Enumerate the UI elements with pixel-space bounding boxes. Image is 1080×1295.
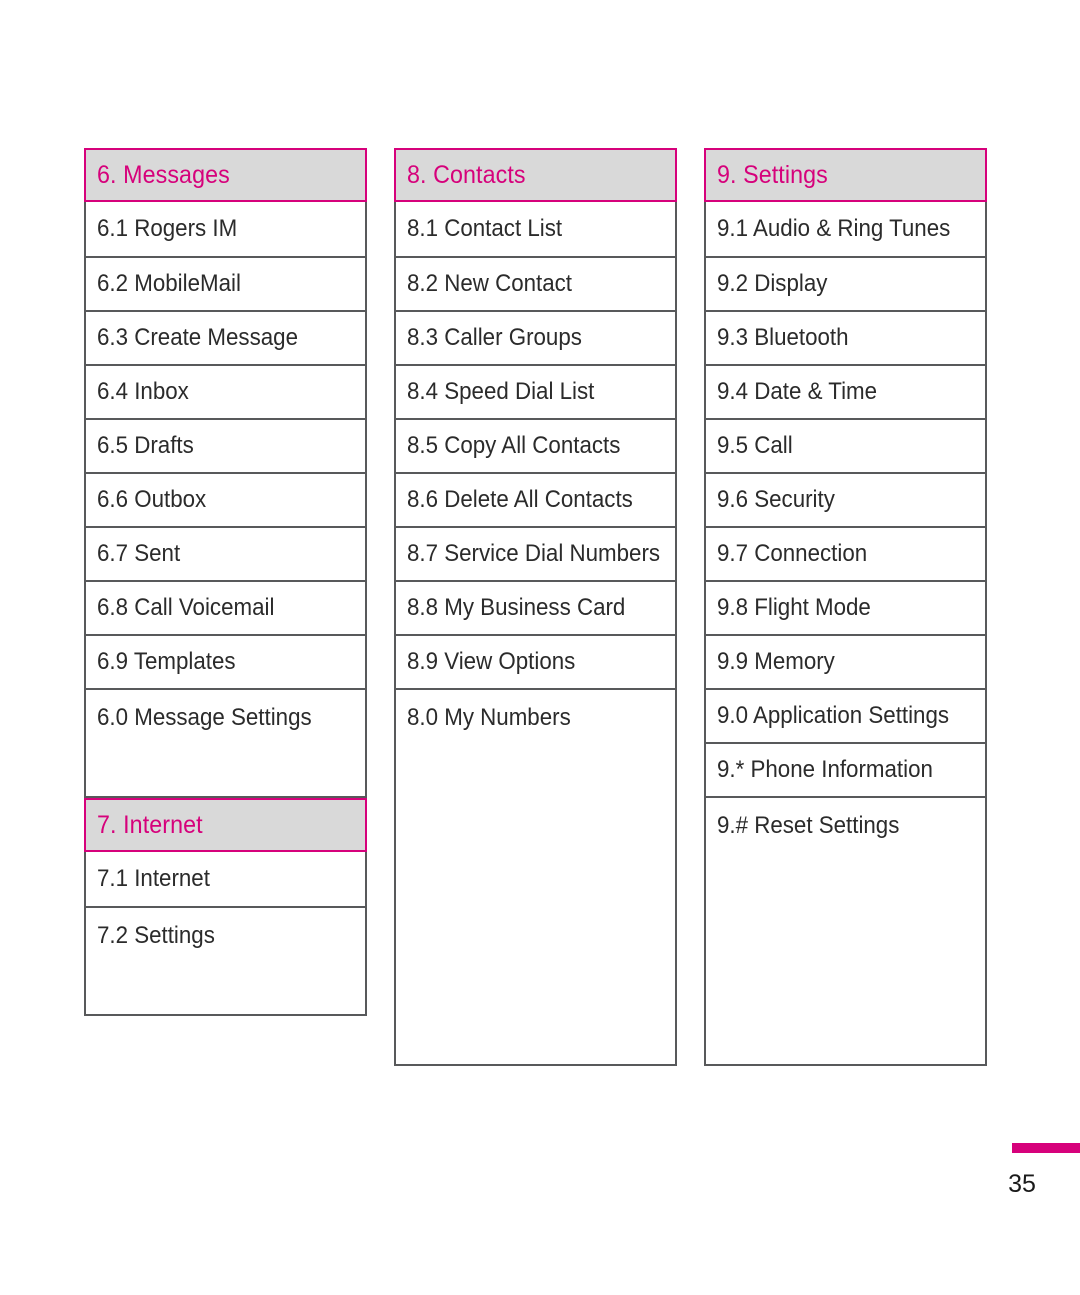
menu-column-3: 9. Settings 9.1 Audio & Ring Tunes 9.2 D… — [704, 148, 987, 1066]
menu-item-row[interactable]: 6.0 Message Settings — [86, 688, 365, 796]
menu-item-row[interactable]: 9.3 Bluetooth — [706, 310, 985, 364]
menu-item-row[interactable]: 8.1 Contact List — [396, 202, 675, 256]
menu-item-row[interactable]: 9.6 Security — [706, 472, 985, 526]
menu-item-row[interactable]: 6.7 Sent — [86, 526, 365, 580]
menu-item-row[interactable]: 8.4 Speed Dial List — [396, 364, 675, 418]
menu-item-row[interactable]: 9.# Reset Settings — [706, 796, 985, 1064]
menu-item-label: 9.8 Flight Mode — [717, 594, 871, 621]
menu-item-label: 8.6 Delete All Contacts — [407, 486, 633, 513]
menu-header-label: 6. Messages — [97, 160, 230, 189]
menu-item-row[interactable]: 9.1 Audio & Ring Tunes — [706, 202, 985, 256]
menu-item-label: 9.2 Display — [717, 270, 828, 297]
menu-item-label: 9.* Phone Information — [717, 756, 933, 783]
menu-block-settings: 9. Settings 9.1 Audio & Ring Tunes 9.2 D… — [704, 148, 987, 1066]
menu-item-label: 6.0 Message Settings — [97, 704, 312, 731]
page-number: 35 — [1008, 1170, 1036, 1198]
menu-item-row[interactable]: 9.* Phone Information — [706, 742, 985, 796]
menu-item-row[interactable]: 8.7 Service Dial Numbers — [396, 526, 675, 580]
menu-item-label: 6.9 Templates — [97, 648, 236, 675]
menu-item-row[interactable]: 9.0 Application Settings — [706, 688, 985, 742]
menu-column-1: 6. Messages 6.1 Rogers IM 6.2 MobileMail… — [84, 148, 367, 1016]
menu-item-row[interactable]: 8.6 Delete All Contacts — [396, 472, 675, 526]
menu-item-label: 8.9 View Options — [407, 648, 576, 675]
menu-item-label: 8.5 Copy All Contacts — [407, 432, 621, 459]
menu-item-label: 8.7 Service Dial Numbers — [407, 540, 661, 567]
footer-accent-bar — [1012, 1143, 1080, 1153]
menu-item-label: 9.# Reset Settings — [717, 812, 900, 839]
menu-item-label: 6.6 Outbox — [97, 486, 207, 513]
menu-item-row[interactable]: 6.9 Templates — [86, 634, 365, 688]
menu-block-contacts: 8. Contacts 8.1 Contact List 8.2 New Con… — [394, 148, 677, 1066]
menu-item-row[interactable]: 9.2 Display — [706, 256, 985, 310]
menu-item-label: 6.1 Rogers IM — [97, 215, 238, 242]
menu-header-label: 9. Settings — [717, 160, 828, 189]
menu-item-row[interactable]: 9.4 Date & Time — [706, 364, 985, 418]
menu-header-settings[interactable]: 9. Settings — [704, 148, 987, 202]
menu-item-row[interactable]: 7.2 Settings — [86, 906, 365, 1014]
menu-item-label: 6.4 Inbox — [97, 378, 189, 405]
menu-item-label: 6.5 Drafts — [97, 432, 194, 459]
menu-item-row[interactable]: 6.8 Call Voicemail — [86, 580, 365, 634]
menu-item-row[interactable]: 8.3 Caller Groups — [396, 310, 675, 364]
menu-item-label: 6.2 MobileMail — [97, 270, 241, 297]
menu-item-row[interactable]: 6.5 Drafts — [86, 418, 365, 472]
menu-item-row[interactable]: 9.8 Flight Mode — [706, 580, 985, 634]
menu-header-messages[interactable]: 6. Messages — [84, 148, 367, 202]
menu-item-label: 8.0 My Numbers — [407, 704, 571, 731]
menu-columns: 6. Messages 6.1 Rogers IM 6.2 MobileMail… — [84, 148, 988, 1066]
menu-item-row[interactable]: 8.2 New Contact — [396, 256, 675, 310]
menu-header-internet[interactable]: 7. Internet — [84, 798, 367, 852]
menu-item-label: 9.4 Date & Time — [717, 378, 878, 405]
menu-item-row[interactable]: 8.9 View Options — [396, 634, 675, 688]
menu-item-label: 9.6 Security — [717, 486, 835, 513]
menu-item-label: 7.1 Internet — [97, 865, 210, 892]
menu-item-label: 9.1 Audio & Ring Tunes — [717, 215, 951, 242]
menu-header-label: 7. Internet — [97, 810, 203, 839]
menu-item-label: 6.7 Sent — [97, 540, 181, 567]
menu-item-label: 8.4 Speed Dial List — [407, 378, 595, 405]
menu-header-contacts[interactable]: 8. Contacts — [394, 148, 677, 202]
menu-item-row[interactable]: 6.3 Create Message — [86, 310, 365, 364]
menu-item-label: 9.7 Connection — [717, 540, 868, 567]
menu-item-label: 8.8 My Business Card — [407, 594, 626, 621]
menu-item-label: 9.9 Memory — [717, 648, 835, 675]
menu-header-label: 8. Contacts — [407, 160, 526, 189]
menu-item-row[interactable]: 7.1 Internet — [86, 852, 365, 906]
menu-item-row[interactable]: 6.2 MobileMail — [86, 256, 365, 310]
menu-item-label: 7.2 Settings — [97, 922, 215, 949]
menu-item-label: 8.2 New Contact — [407, 270, 573, 297]
menu-item-row[interactable]: 9.5 Call — [706, 418, 985, 472]
menu-item-label: 9.3 Bluetooth — [717, 324, 849, 351]
menu-item-row[interactable]: 8.5 Copy All Contacts — [396, 418, 675, 472]
menu-item-label: 8.3 Caller Groups — [407, 324, 582, 351]
menu-item-row[interactable]: 6.6 Outbox — [86, 472, 365, 526]
menu-item-label: 9.0 Application Settings — [717, 702, 950, 729]
menu-column-2: 8. Contacts 8.1 Contact List 8.2 New Con… — [394, 148, 677, 1066]
menu-item-label: 8.1 Contact List — [407, 215, 563, 242]
menu-item-label: 9.5 Call — [717, 432, 793, 459]
menu-block-messages: 6. Messages 6.1 Rogers IM 6.2 MobileMail… — [84, 148, 367, 798]
menu-item-row[interactable]: 8.8 My Business Card — [396, 580, 675, 634]
menu-item-row[interactable]: 6.1 Rogers IM — [86, 202, 365, 256]
menu-block-internet: 7. Internet 7.1 Internet 7.2 Settings — [84, 798, 367, 1016]
menu-item-row[interactable]: 9.7 Connection — [706, 526, 985, 580]
menu-item-row[interactable]: 6.4 Inbox — [86, 364, 365, 418]
menu-item-label: 6.8 Call Voicemail — [97, 594, 275, 621]
menu-item-label: 6.3 Create Message — [97, 324, 298, 351]
menu-item-row[interactable]: 8.0 My Numbers — [396, 688, 675, 1064]
menu-item-row[interactable]: 9.9 Memory — [706, 634, 985, 688]
manual-page: 6. Messages 6.1 Rogers IM 6.2 MobileMail… — [0, 0, 1080, 1295]
